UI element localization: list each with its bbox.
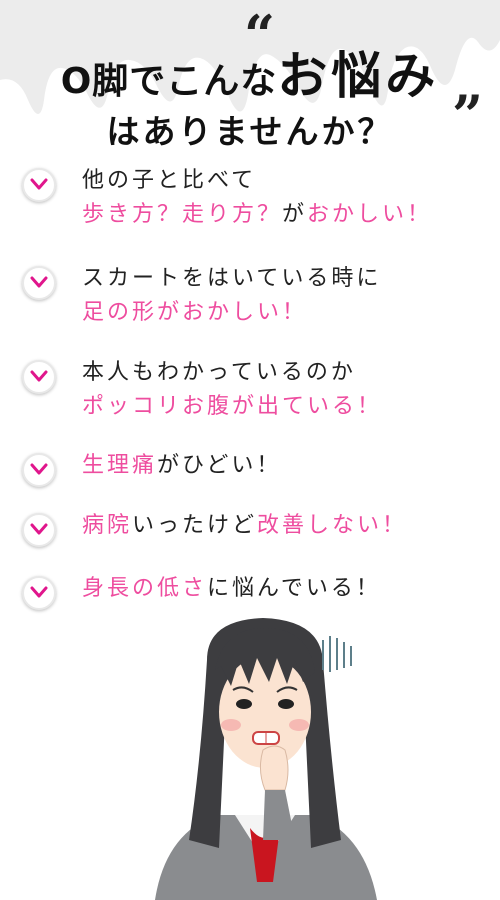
check-mark-icon <box>22 513 56 547</box>
concern-second-line: 歩き方？走り方？がおかしい！ <box>82 200 432 230</box>
concern-text-segment: おかしい！ <box>307 202 433 227</box>
concern-text-segment: ポッコリお腹が出ている！ <box>82 394 383 419</box>
concern-text-segment: 生理痛 <box>82 453 158 478</box>
worried-girl-illustration <box>155 618 377 900</box>
concern-text-segment: 足の形がおかしい！ <box>82 300 308 325</box>
concern-first-line: スカートをはいている時に <box>82 264 381 294</box>
check-mark-icon <box>22 266 56 300</box>
concern-text-segment: 病院 <box>82 513 133 538</box>
concern-first-line: 本人もわかっているのか <box>82 358 356 388</box>
check-mark-icon <box>22 360 56 394</box>
concern-text-segment: 改善しない！ <box>257 513 408 538</box>
title-emphasis: お悩み <box>277 47 440 105</box>
concern-text-segment: 身長の低さ <box>82 576 208 601</box>
concern-text-segment: が <box>282 202 308 227</box>
concern-text-segment: いったけど <box>132 513 258 538</box>
concern-text-segment: 本人もわかっているのか <box>82 360 356 385</box>
title-line-1: O脚でこんなお悩み <box>0 36 500 108</box>
concern-second-line: ポッコリお腹が出ている！ <box>82 392 382 422</box>
check-mark-icon <box>22 453 56 487</box>
concern-text-segment: スカートをはいている時に <box>82 266 382 291</box>
concern-second-line: 足の形がおかしい！ <box>82 298 307 328</box>
concern-text-segment: 他の子と比べて <box>82 168 257 193</box>
title-prefix: O脚でこんな <box>60 61 278 102</box>
check-mark-icon <box>22 576 56 610</box>
check-mark-icon <box>22 168 56 202</box>
title-line-2: はありませんか？ <box>106 112 394 151</box>
concern-text-segment: がひどい！ <box>157 453 282 478</box>
concern-text-segment: に悩んでいる！ <box>207 576 381 601</box>
concern-text-segment: 歩き方？走り方？ <box>82 202 283 227</box>
concern-first-line: 生理痛がひどい！ <box>82 451 281 481</box>
concern-first-line: 他の子と比べて <box>82 166 256 196</box>
concern-first-line: 病院いったけど改善しない！ <box>82 511 407 541</box>
